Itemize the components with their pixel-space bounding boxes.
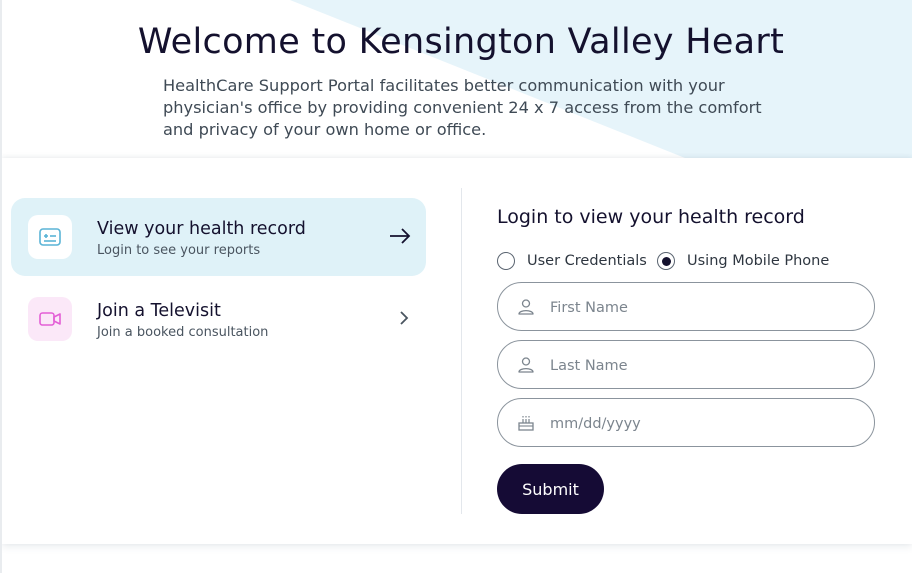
option-subtitle: Join a booked consultation [97,325,269,340]
radio-selected-dot [661,256,671,266]
video-camera-icon [28,297,72,341]
first-name-field[interactable] [497,282,875,332]
user-icon [518,357,534,373]
option-subtitle: Login to see your reports [97,243,261,258]
chevron-right-icon [400,311,409,325]
option-title: Join a Televisit [97,301,221,321]
hero-section: Welcome to Kensington Valley Heart Healt… [0,0,912,158]
option-title: View your health record [97,219,306,239]
user-icon [518,299,534,315]
radio-label: Using Mobile Phone [687,253,830,269]
health-record-icon [28,215,72,259]
vertical-divider [461,188,462,514]
page-title: Welcome to Kensington Valley Heart [137,22,785,62]
first-name-input[interactable] [548,283,862,332]
login-title: Login to view your health record [497,206,805,228]
radio-circle-selected[interactable] [657,252,675,270]
left-edge-border [0,0,2,573]
birthday-cake-icon [518,416,534,431]
submit-button[interactable]: Submit [497,464,604,514]
date-of-birth-input[interactable] [548,399,862,448]
option-view-health-record[interactable]: View your health record Login to see you… [11,198,426,276]
last-name-input[interactable] [548,341,862,390]
arrow-right-icon [390,228,411,244]
radio-using-mobile-phone[interactable]: Using Mobile Phone [657,250,829,272]
radio-user-credentials[interactable]: User Credentials [497,250,647,272]
option-join-televisit[interactable]: Join a Televisit Join a booked consultat… [11,280,426,358]
date-of-birth-field[interactable] [497,398,875,448]
radio-circle[interactable] [497,252,515,270]
portal-description: HealthCare Support Portal facilitates be… [163,76,762,139]
last-name-field[interactable] [497,340,875,390]
login-card: View your health record Login to see you… [2,158,912,544]
radio-label: User Credentials [527,253,647,269]
